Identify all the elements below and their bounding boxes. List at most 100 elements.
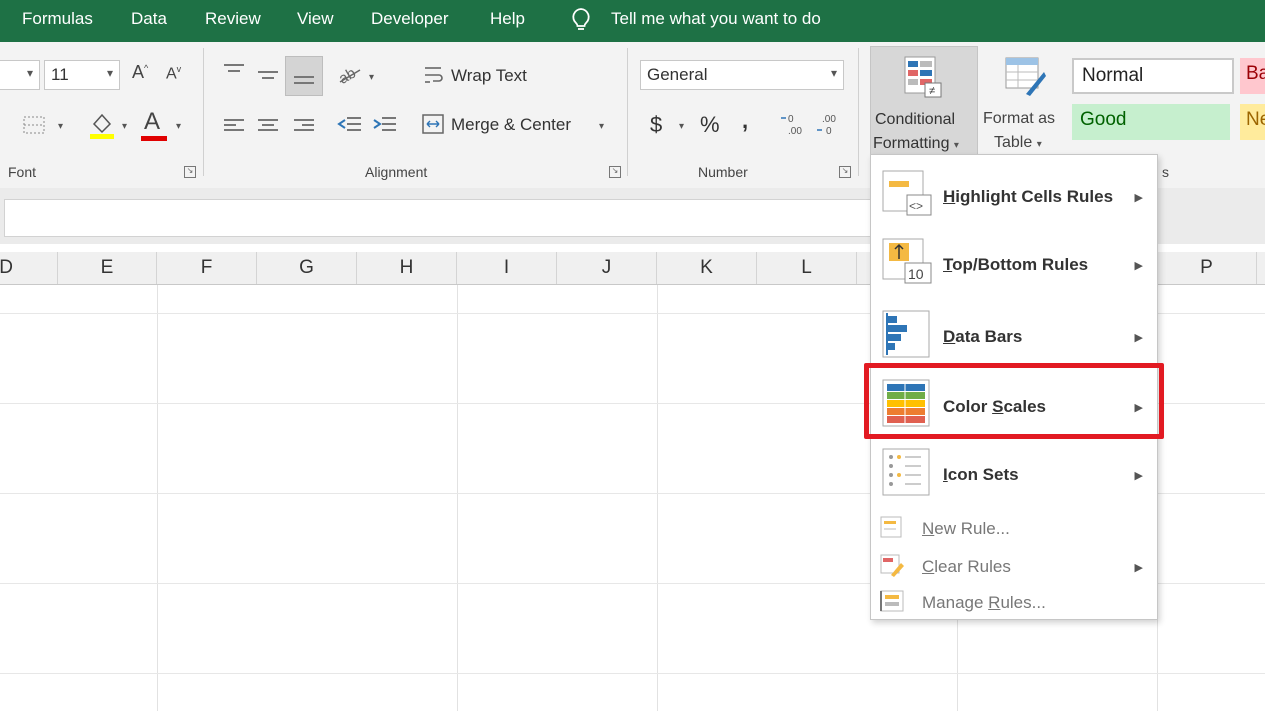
style-neutral[interactable]: Ne [1240,104,1265,140]
tab-developer[interactable]: Developer [371,9,449,29]
menu-item-top-bottom-rules[interactable]: 10 Top/Bottom Rules ▶ [871,233,1159,291]
svg-text:≠: ≠ [929,85,935,97]
divider [858,48,859,176]
style-good[interactable]: Good [1072,104,1230,140]
font-color-button[interactable]: A [144,108,160,136]
fill-color-icon[interactable] [88,110,116,140]
dialog-launcher-icon[interactable]: ↘ [839,166,851,178]
increase-indent-icon[interactable] [372,114,398,136]
increase-font-size-button[interactable]: A^ [132,62,148,83]
menu-item-new-rule[interactable]: New Rule... [871,511,1159,545]
column-header-g[interactable]: G [257,252,357,284]
menu-item-data-bars[interactable]: Data Bars ▶ [871,305,1159,363]
increase-font-icon: A [132,62,145,82]
menu-item-highlight-cells-rules[interactable]: <> Highlight Cells Rules ▶ [871,165,1159,223]
borders-icon[interactable] [22,114,48,136]
align-middle-icon[interactable] [256,66,280,86]
column-header-j[interactable]: J [557,252,657,284]
chevron-down-icon[interactable]: ▾ [599,121,604,132]
chevron-down-icon[interactable]: ▾ [122,121,127,132]
orientation-icon[interactable]: ab [336,62,366,86]
tab-view[interactable]: View [297,9,334,29]
align-center-icon[interactable] [256,116,280,136]
align-bottom-button[interactable] [285,56,323,96]
grid-line [457,285,458,711]
submenu-arrow-icon: ▶ [1134,260,1143,272]
align-left-icon[interactable] [222,116,246,136]
wrap-text-icon[interactable] [423,64,445,88]
comma-button[interactable]: , [742,108,748,134]
divider [203,48,204,176]
menu-item-manage-rules[interactable]: Manage Rules... [871,587,1159,619]
lightbulb-icon [572,8,590,30]
grid-line [657,285,658,711]
chevron-down-icon[interactable]: ▾ [369,72,374,83]
merge-center-button[interactable]: Merge & Center [451,115,571,135]
column-header-p[interactable]: P [1157,252,1257,284]
font-size-combo[interactable]: 11 ▾ [44,60,120,90]
dialog-launcher-icon[interactable]: ↘ [184,166,196,178]
fat-label-line1: Format as [983,110,1056,127]
grid-line [0,673,1265,674]
clear-rules-icon [880,554,904,577]
annotation-highlight-box [864,363,1164,439]
decrease-decimal-icon[interactable]: .00 0 [816,112,842,138]
column-header-h[interactable]: H [357,252,457,284]
column-header-i[interactable]: I [457,252,557,284]
svg-text:0: 0 [788,114,794,125]
merge-center-icon[interactable] [421,112,445,136]
chevron-down-icon: ▾ [106,66,113,80]
format-as-table-button[interactable]: Format as Table ▾ [980,46,1068,156]
style-bad[interactable]: Ba [1240,58,1265,94]
menu-item-icon-sets[interactable]: Icon Sets ▶ [871,443,1159,501]
font-name-combo[interactable]: ▾ [0,60,40,90]
currency-button[interactable]: $ [650,112,662,138]
column-header-d[interactable]: D [0,252,58,284]
tab-formulas[interactable]: Formulas [22,9,93,29]
chevron-down-icon[interactable]: ▾ [679,121,684,132]
tab-help[interactable]: Help [490,9,525,29]
cf-label-line2: Formatting ▾ [873,135,959,152]
number-format-value: General [647,65,708,84]
alignment-group-label: Alignment [365,164,428,180]
column-header-e[interactable]: E [58,252,157,284]
style-normal[interactable]: Normal [1072,58,1234,94]
menu-item-clear-rules[interactable]: Clear Rules ▶ [871,549,1159,583]
decrease-indent-icon[interactable] [337,114,363,136]
tab-data[interactable]: Data [131,9,167,29]
conditional-formatting-button[interactable]: ≠ Conditional Formatting ▾ [870,46,978,156]
wrap-text-button[interactable]: Wrap Text [451,66,527,86]
chevron-down-icon[interactable]: ▾ [58,121,63,132]
menu-item-label: New Rule... [922,519,1010,538]
tab-review[interactable]: Review [205,9,261,29]
percent-button[interactable]: % [700,112,720,138]
highlight-cells-icon: <> [882,170,932,216]
column-header-k[interactable]: K [657,252,757,284]
fat-label-line2: Table ▾ [994,134,1042,151]
menu-item-label: Manage Rules... [922,593,1046,612]
icon-sets-icon [882,448,930,496]
number-format-combo[interactable]: General ▾ [640,60,844,90]
increase-decimal-icon[interactable]: 0 .00 [780,112,806,138]
font-size-value: 11 [51,65,69,84]
chevron-down-icon[interactable]: ▾ [176,121,181,132]
new-rule-icon [880,516,902,538]
menu-item-label: Highlight Cells Rules [943,187,1114,206]
formula-input[interactable] [4,199,884,237]
dialog-launcher-icon[interactable]: ↘ [609,166,621,178]
cf-label-line1: Conditional [875,111,956,128]
align-top-icon[interactable] [222,62,246,82]
align-right-icon[interactable] [292,116,316,136]
styles-group-label: s [1162,164,1169,180]
column-header-f[interactable]: F [157,252,257,284]
tell-me-search[interactable]: Tell me what you want to do [611,9,821,29]
top-bottom-icon: 10 [882,238,932,284]
decrease-font-size-button[interactable]: Av [166,64,181,83]
submenu-arrow-icon: ▶ [1134,332,1143,344]
menu-item-label: Data Bars [943,327,1023,346]
menu-item-label: Icon Sets [943,465,1019,484]
grid-line [157,285,158,711]
svg-text:.00: .00 [788,126,802,137]
column-header-l[interactable]: L [757,252,857,284]
font-color-swatch [141,136,167,141]
